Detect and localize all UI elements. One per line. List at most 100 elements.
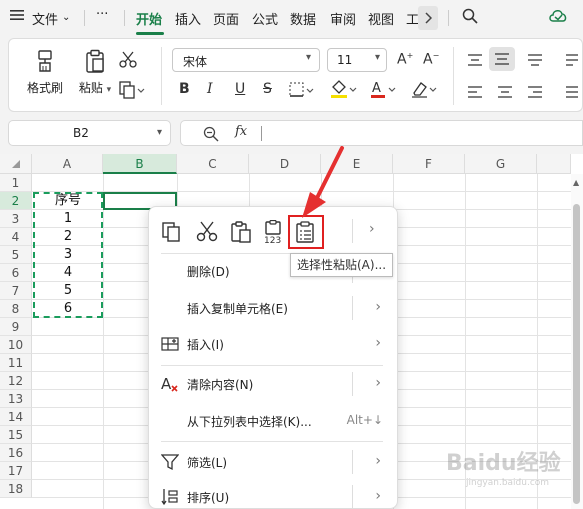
column-header-g[interactable]: G [465, 154, 537, 174]
chevron-right-icon [425, 12, 432, 24]
row-header[interactable]: 5 [0, 246, 32, 264]
row-header[interactable]: 4 [0, 228, 32, 246]
paste-button[interactable]: 粘贴 ▾ [75, 49, 115, 96]
cloud-sync-icon[interactable] [548, 7, 568, 29]
fill-color-icon[interactable] [329, 79, 357, 102]
menu-item-label: 筛选(L) [187, 456, 228, 470]
tab-review[interactable]: 审阅 [330, 9, 356, 28]
file-menu-chevron-icon[interactable]: ⌄ [62, 12, 70, 23]
copy-icon[interactable] [159, 219, 185, 245]
strikethrough-button[interactable]: S [263, 81, 272, 97]
increase-font-size-icon[interactable]: A+ [397, 51, 413, 68]
border-icon[interactable] [289, 81, 315, 102]
menu-separator [84, 10, 85, 26]
cut-icon[interactable] [194, 219, 220, 245]
column-header-next[interactable] [537, 154, 571, 174]
align-middle-button[interactable] [489, 47, 515, 71]
row-header[interactable]: 11 [0, 354, 32, 372]
font-color-icon[interactable]: A [369, 79, 397, 102]
format-painter-button[interactable]: 格式刷 [23, 49, 67, 96]
search-icon[interactable] [462, 8, 478, 28]
wrap-text-icon[interactable] [565, 53, 579, 70]
align-left-icon[interactable] [467, 85, 483, 102]
tab-home[interactable]: 开始 [136, 9, 162, 28]
format-painter-icon [38, 50, 52, 72]
row-header[interactable]: 2 [0, 192, 32, 210]
menu-item-label: 删除(D) [187, 265, 230, 279]
row-header[interactable]: 16 [0, 444, 32, 462]
column-header-f[interactable]: F [393, 154, 465, 174]
underline-button[interactable]: U [235, 81, 245, 97]
sort-icon [161, 488, 179, 506]
row-header[interactable]: 9 [0, 318, 32, 336]
row-header[interactable]: 18 [0, 480, 32, 498]
align-right-icon[interactable] [527, 85, 543, 102]
font-size-select[interactable]: 11 ▾ [327, 48, 387, 72]
svg-text:123: 123 [264, 236, 281, 244]
menu-item-insert-copied-cells[interactable]: 插入复制单元格(E) › [149, 293, 397, 323]
scrollbar-thumb[interactable] [573, 204, 580, 504]
annotation-arrow-icon [302, 146, 344, 218]
ribbon: 格式刷 粘贴 ▾ 宋体 ▾ 11 ▾ A+ A− B I U S A [8, 38, 583, 112]
menu-item-insert[interactable]: 插入(I) › [149, 329, 397, 359]
chevron-right-icon: › [375, 299, 381, 315]
menu-item-filter[interactable]: 筛选(L) › [149, 447, 397, 477]
italic-button[interactable]: I [207, 81, 213, 97]
font-name-select[interactable]: 宋体 ▾ [172, 48, 320, 72]
vertical-scrollbar[interactable]: ▲ [571, 174, 583, 509]
chevron-down-icon[interactable]: ▾ [157, 127, 162, 138]
copy-icon[interactable] [119, 81, 145, 102]
select-all-corner[interactable] [0, 154, 32, 174]
row-header[interactable]: 1 [0, 174, 32, 192]
decrease-font-size-icon[interactable]: A− [423, 51, 439, 68]
cut-icon[interactable] [119, 51, 137, 72]
paste-icon[interactable] [228, 219, 254, 245]
justify-icon[interactable] [565, 85, 579, 102]
tab-scroll-right-button[interactable] [418, 6, 438, 30]
row-header[interactable]: 14 [0, 408, 32, 426]
align-center-icon[interactable] [497, 85, 513, 102]
chevron-right-icon: › [375, 375, 381, 391]
tab-insert[interactable]: 插入 [175, 9, 201, 28]
bold-button[interactable]: B [179, 81, 190, 97]
filter-icon [160, 453, 180, 471]
row-header[interactable]: 7 [0, 282, 32, 300]
clear-format-icon[interactable] [409, 79, 437, 102]
column-header-a[interactable]: A [32, 154, 103, 174]
align-bottom-icon[interactable] [527, 53, 543, 70]
insert-function-button[interactable]: fx [235, 124, 247, 139]
paste-values-icon[interactable]: 123 [262, 219, 288, 245]
row-header[interactable]: 12 [0, 372, 32, 390]
chevron-right-icon[interactable]: › [369, 221, 375, 237]
row-header[interactable]: 8 [0, 300, 32, 318]
tab-page[interactable]: 页面 [213, 9, 239, 28]
active-tab-indicator [136, 32, 164, 35]
zoom-formula-icon[interactable] [203, 126, 219, 145]
align-middle-icon [495, 53, 509, 65]
tab-formula[interactable]: 公式 [252, 9, 278, 28]
row-header[interactable]: 3 [0, 210, 32, 228]
paste-special-tooltip: 选择性粘贴(A)... [290, 253, 394, 277]
row-header[interactable]: 17 [0, 462, 32, 480]
file-menu[interactable]: 文件 [32, 9, 58, 28]
tab-view[interactable]: 视图 [368, 9, 394, 28]
formula-bar[interactable]: fx [180, 120, 583, 146]
row-header[interactable]: 15 [0, 426, 32, 444]
row-header[interactable]: 13 [0, 390, 32, 408]
menu-item-sort[interactable]: 排序(U) › [149, 482, 397, 509]
paste-dropdown-icon[interactable]: ▾ [107, 85, 112, 95]
copy-marquee [33, 192, 103, 318]
menu-item-clear-contents[interactable]: A 清除内容(N) › [149, 369, 397, 399]
row-header[interactable]: 6 [0, 264, 32, 282]
tab-data[interactable]: 数据 [290, 9, 316, 28]
menu-item-pick-from-dropdown[interactable]: 从下拉列表中选择(K)... Alt+↓ [149, 406, 397, 436]
align-top-icon[interactable] [467, 53, 483, 70]
scroll-up-icon[interactable]: ▲ [573, 178, 579, 187]
column-header-b[interactable]: B [103, 154, 177, 174]
row-header[interactable]: 10 [0, 336, 32, 354]
name-box[interactable]: B2 ▾ [8, 120, 171, 146]
column-header-c[interactable]: C [177, 154, 249, 174]
file-menu-icon[interactable] [10, 9, 24, 25]
name-box-value: B2 [73, 126, 89, 140]
more-menu-button[interactable]: ··· [96, 7, 108, 22]
